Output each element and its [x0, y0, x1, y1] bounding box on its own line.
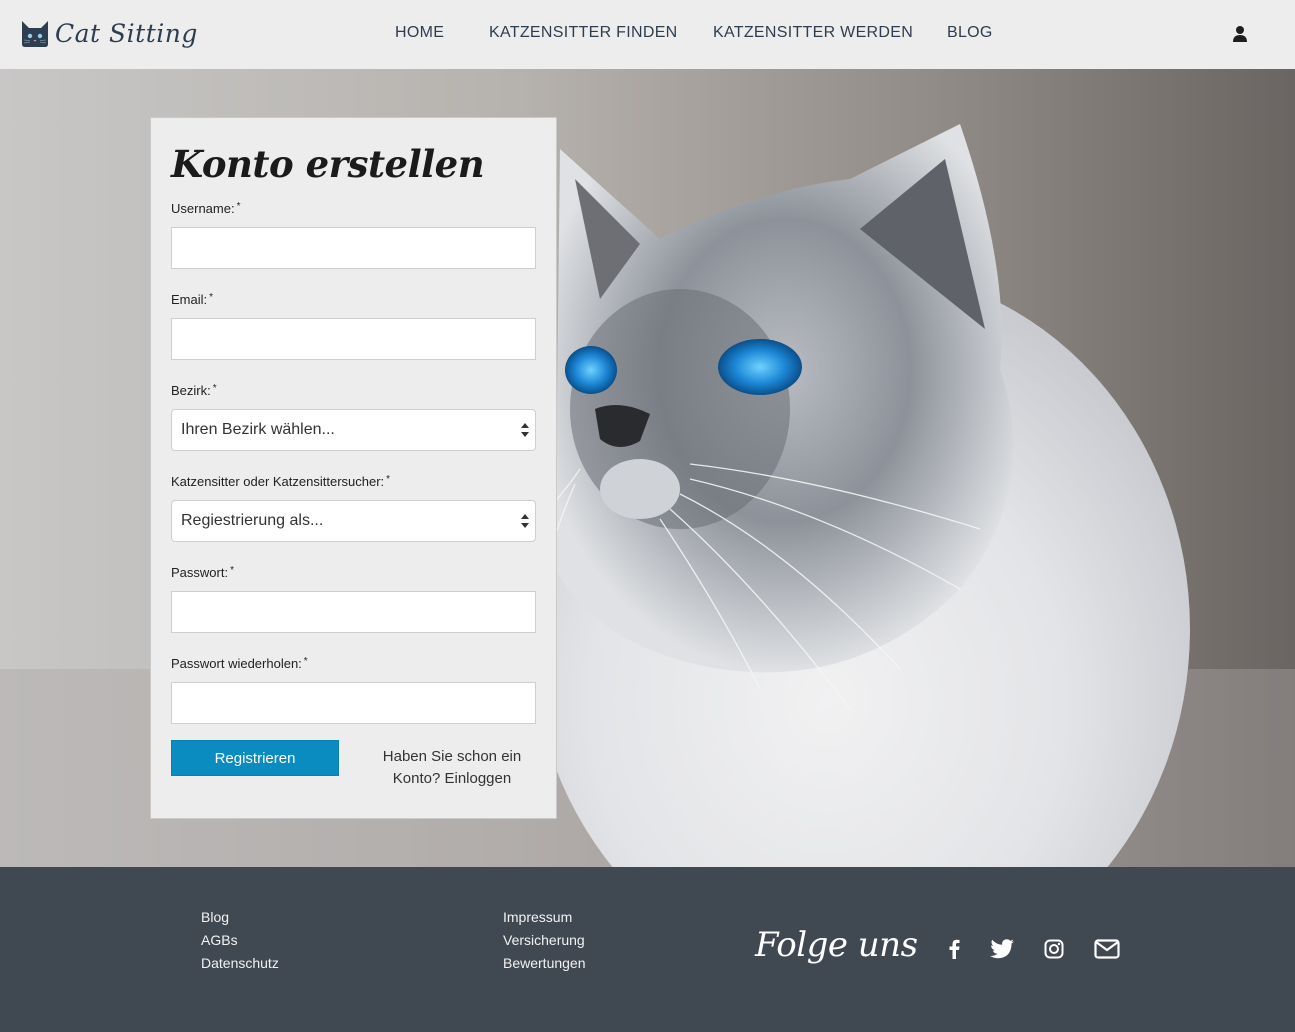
login-link[interactable]: Haben Sie schon ein Konto? Einloggen [375, 746, 529, 790]
twitter-icon[interactable] [990, 939, 1014, 959]
site-footer: Blog AGBs Datenschutz Impressum Versiche… [0, 867, 1295, 1032]
footer-link-versicherung[interactable]: Versicherung [503, 932, 585, 948]
instagram-icon[interactable] [1044, 939, 1064, 959]
footer-link-blog[interactable]: Blog [201, 909, 229, 925]
rolle-select[interactable]: Regiestrierung als... [171, 500, 536, 542]
username-label: Username: * [171, 201, 241, 216]
facebook-icon[interactable] [947, 939, 961, 959]
hero-section: Konto erstellen Username: * Email: * Bezir… [0, 69, 1295, 867]
follow-us-title: Folge uns [755, 925, 918, 965]
passwort-input[interactable] [171, 591, 536, 633]
footer-link-impressum[interactable]: Impressum [503, 909, 572, 925]
nav-katzensitter-finden[interactable]: KATZENSITTER FINDEN [489, 24, 678, 42]
bezirk-select[interactable]: Ihren Bezirk wählen... [171, 409, 536, 451]
user-icon[interactable] [1232, 25, 1248, 43]
select-arrows-icon [521, 423, 529, 437]
nav-home[interactable]: HOME [395, 24, 444, 42]
rolle-selected-value: Regiestrierung als... [181, 512, 324, 529]
register-button[interactable]: Registrieren [171, 740, 339, 776]
main-navigation: HOME KATZENSITTER FINDEN KATZENSITTER WE… [0, 24, 1295, 46]
form-title: Konto erstellen [171, 142, 485, 186]
bezirk-selected-value: Ihren Bezirk wählen... [181, 421, 335, 438]
signup-form: Konto erstellen Username: * Email: * Bezir… [150, 117, 557, 819]
passwort-label: Passwort: * [171, 565, 234, 580]
bezirk-label: Bezirk: * [171, 383, 217, 398]
email-icon[interactable] [1094, 939, 1120, 959]
footer-link-datenschutz[interactable]: Datenschutz [201, 955, 279, 971]
nav-blog[interactable]: BLOG [947, 24, 993, 42]
footer-link-bewertungen[interactable]: Bewertungen [503, 955, 586, 971]
nav-katzensitter-werden[interactable]: KATZENSITTER WERDEN [713, 24, 913, 42]
username-input[interactable] [171, 227, 536, 269]
email-input[interactable] [171, 318, 536, 360]
select-arrows-icon [521, 514, 529, 528]
passwort-repeat-input[interactable] [171, 682, 536, 724]
email-label: Email: * [171, 292, 214, 307]
passwort-repeat-label: Passwort wiederholen: * [171, 656, 308, 671]
site-header: Cat Sitting HOME KATZENSITTER FINDEN KAT… [0, 0, 1295, 69]
footer-link-agbs[interactable]: AGBs [201, 932, 238, 948]
rolle-label: Katzensitter oder Katzensittersucher: * [171, 474, 391, 489]
